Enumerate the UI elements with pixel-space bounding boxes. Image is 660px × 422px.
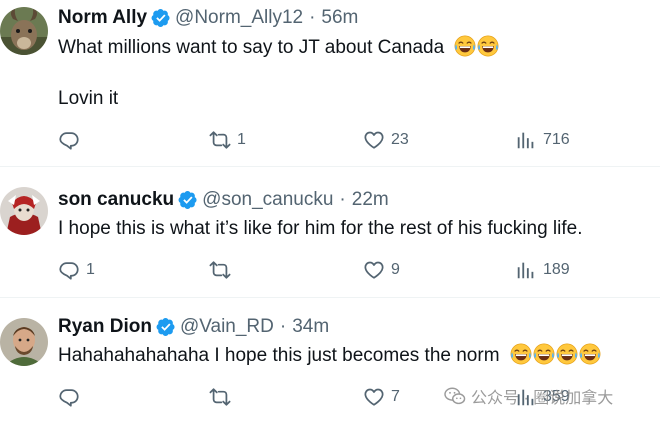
reply-icon: [58, 259, 80, 281]
heart-icon: [363, 259, 385, 281]
tweet-text-line: I hope this is what it’s like for him fo…: [58, 218, 583, 239]
tweet-2[interactable]: son canucku @son_canucku · 22m I hope th…: [0, 167, 660, 296]
repost-button[interactable]: 1: [209, 128, 246, 152]
repost-icon: [209, 129, 231, 151]
watermark-text: 公众号 · 圈说加拿大: [471, 390, 614, 407]
author-handle[interactable]: @son_canucku: [202, 189, 333, 211]
reply-icon: [58, 129, 80, 151]
tweet-3-header: Ryan Dion @Vain_RD · 34m: [58, 315, 329, 339]
view-count: 716: [543, 131, 570, 148]
tweet-text-line-2: Lovin it: [58, 88, 119, 109]
repost-icon: [209, 259, 231, 281]
repost-icon: [209, 386, 231, 408]
tears-of-joy-emoji-icon: [533, 343, 555, 365]
tweet-2-header: son canucku @son_canucku · 22m: [58, 188, 389, 212]
separator-dot: ·: [279, 316, 287, 337]
wechat-icon: [444, 387, 466, 405]
wechat-watermark: 公众号 · 圈说加拿大: [444, 384, 613, 408]
tweet-text: I hope this is what it’s like for him fo…: [58, 217, 583, 241]
timestamp[interactable]: 34m: [292, 316, 329, 338]
author-name[interactable]: Ryan Dion: [58, 316, 152, 338]
tears-of-joy-emoji-icon: [477, 35, 499, 57]
views-button[interactable]: 189: [515, 258, 570, 282]
timestamp[interactable]: 56m: [321, 7, 358, 29]
tweet-actions: 1 9 189: [58, 258, 618, 282]
tears-of-joy-emoji-icon: [556, 343, 578, 365]
verified-badge-icon: [156, 317, 176, 337]
reply-button[interactable]: [58, 128, 86, 152]
repost-button[interactable]: [209, 385, 237, 409]
tweet-1-header: Norm Ally @Norm_Ally12 · 56m: [58, 6, 358, 30]
views-chart-icon: [515, 129, 537, 151]
like-button[interactable]: 7: [363, 385, 400, 409]
tears-of-joy-emoji-icon: [454, 35, 476, 57]
tears-of-joy-emoji-icon: [510, 343, 532, 365]
repost-count: 1: [237, 131, 246, 148]
heart-icon: [363, 386, 385, 408]
reply-icon: [58, 386, 80, 408]
separator-dot: ·: [339, 189, 346, 210]
view-count: 189: [543, 261, 570, 278]
tears-of-joy-emoji-icon: [579, 343, 601, 365]
timestamp[interactable]: 22m: [352, 189, 389, 211]
tweet-text-line: Hahahahahahaha I hope this just becomes …: [58, 345, 500, 366]
author-name[interactable]: son canucku: [58, 189, 174, 211]
tweet-text: What millions want to say to JT about Ca…: [58, 35, 499, 60]
author-handle[interactable]: @Norm_Ally12: [175, 7, 303, 29]
author-handle[interactable]: @Vain_RD: [180, 316, 274, 338]
man-portrait-avatar[interactable]: [0, 318, 48, 366]
separator-dot: ·: [309, 7, 316, 28]
armored-character-avatar[interactable]: [0, 187, 48, 235]
verified-badge-icon: [178, 190, 198, 210]
like-count: 7: [391, 388, 400, 405]
reply-count: 1: [86, 261, 95, 278]
like-count: 23: [391, 131, 409, 148]
tweet-actions: 1 23 716: [58, 128, 618, 152]
like-button[interactable]: 9: [363, 258, 400, 282]
author-name[interactable]: Norm Ally: [58, 7, 147, 29]
repost-button[interactable]: [209, 258, 237, 282]
like-button[interactable]: 23: [363, 128, 409, 152]
heart-icon: [363, 129, 385, 151]
tweet-text: Hahahahahahaha I hope this just becomes …: [58, 343, 601, 368]
views-chart-icon: [515, 259, 537, 281]
reply-button[interactable]: 1: [58, 258, 95, 282]
verified-badge-icon: [151, 8, 171, 28]
goat-avatar[interactable]: [0, 7, 48, 55]
like-count: 9: [391, 261, 400, 278]
tweet-1[interactable]: Norm Ally @Norm_Ally12 · 56m What millio…: [0, 0, 660, 164]
tweet-text-line: What millions want to say to JT about Ca…: [58, 37, 445, 58]
reply-button[interactable]: [58, 385, 86, 409]
views-button[interactable]: 716: [515, 128, 570, 152]
